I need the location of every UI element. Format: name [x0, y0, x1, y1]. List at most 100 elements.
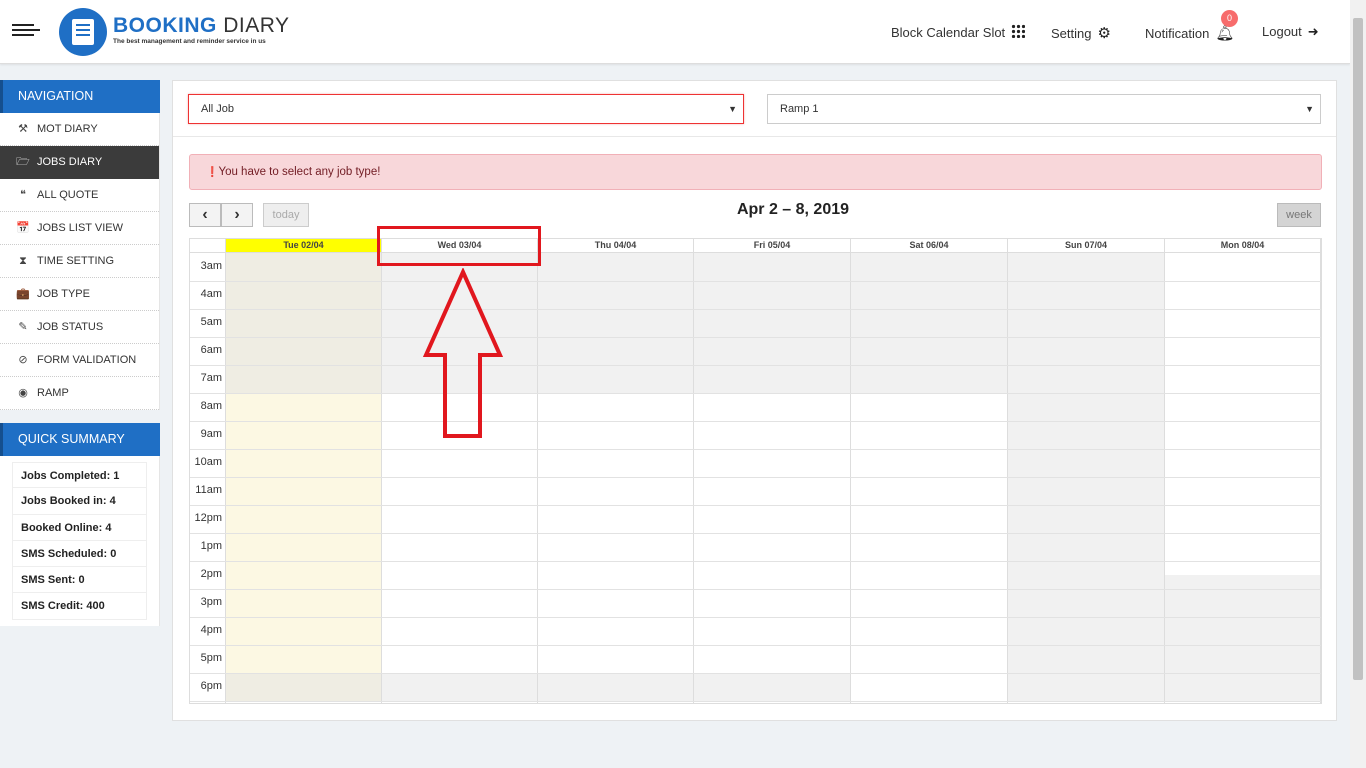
sidebar-item-label: FORM VALIDATION: [37, 354, 137, 366]
week-calendar-grid[interactable]: Tue 02/04 Wed 03/04 Thu 04/04 Fri 05/04 Sat …: [189, 238, 1322, 704]
day-column[interactable]: [1008, 253, 1165, 703]
calendar-check-icon: 📅: [16, 222, 30, 234]
hamburger-menu-icon[interactable]: [12, 24, 40, 40]
sidebar-item-label: JOB TYPE: [37, 288, 90, 300]
gears-icon: ⚙: [1097, 25, 1111, 42]
sidebar-item-mot-diary[interactable]: ⚒ MOT DIARY: [0, 113, 159, 146]
ban-icon: ⊘: [18, 354, 28, 366]
time-label: 4am: [200, 288, 222, 300]
time-label: 10am: [194, 456, 222, 468]
alert-message: You have to select any job type!: [218, 166, 381, 178]
hour-gridline: [190, 673, 1321, 674]
sidebar-item-time-setting[interactable]: ⧗ TIME SETTING: [0, 245, 159, 278]
quick-summary-list: Jobs Completed: 1 Jobs Booked in: 4 Booked…: [0, 456, 160, 626]
sidebar-item-jobs-diary[interactable]: 🗁 JOBS DIARY: [0, 146, 159, 179]
time-label: 3pm: [200, 596, 222, 608]
hour-gridline: [190, 393, 1321, 394]
day-header[interactable]: Fri 05/04: [694, 239, 851, 253]
sidebar-item-job-status[interactable]: ✎ JOB STATUS: [0, 311, 159, 344]
sidebar-item-label: JOBS DIARY: [37, 156, 103, 168]
sidebar-item-jobs-list-view[interactable]: 📅 JOBS LIST VIEW: [0, 212, 159, 245]
sidebar-item-form-validation[interactable]: ⊘ FORM VALIDATION: [0, 344, 159, 377]
week-view-button[interactable]: week: [1277, 203, 1321, 227]
time-label: 9am: [200, 428, 222, 440]
today-button[interactable]: today: [263, 203, 309, 227]
tools-icon: ⚒: [18, 123, 28, 135]
sidebar-item-all-quote[interactable]: ❝ ALL QUOTE: [0, 179, 159, 212]
exclamation-circle-icon: ❗: [206, 167, 219, 178]
day-header[interactable]: Thu 04/04: [538, 239, 694, 253]
briefcase-icon: 💼: [16, 288, 30, 300]
time-label: 8am: [200, 400, 222, 412]
hour-gridline: [190, 505, 1321, 506]
top-header: BOOKING DIARY The best management and re…: [0, 0, 1350, 64]
summary-item: Booked Online: 4: [12, 514, 147, 541]
summary-item: SMS Credit: 400: [12, 593, 147, 620]
setting-label: Setting: [1051, 26, 1092, 41]
summary-item: Jobs Completed: 1: [12, 462, 147, 489]
sidebar: NAVIGATION ⚒ MOT DIARY 🗁 JOBS DIARY ❝ ALL QUO…: [0, 80, 160, 626]
time-label: 6am: [200, 344, 222, 356]
day-header[interactable]: Sun 07/04: [1008, 239, 1165, 253]
navigation-heading: NAVIGATION: [0, 80, 160, 113]
time-label: 3am: [200, 260, 222, 272]
dropdown-arrow-icon: ▼: [1305, 104, 1314, 114]
chevron-left-icon: ‹: [202, 206, 208, 223]
scrollbar-thumb[interactable]: [1353, 18, 1363, 680]
logout-label: Logout: [1262, 24, 1302, 39]
grid-icon: [1011, 24, 1026, 38]
time-label: 11am: [195, 484, 222, 496]
day-header[interactable]: Mon 08/04: [1165, 239, 1321, 253]
hour-gridline: [190, 561, 1321, 562]
hour-gridline: [190, 449, 1321, 450]
logo-tagline: The best management and reminder service…: [113, 38, 266, 45]
hour-gridline: [190, 477, 1321, 478]
divider: [173, 136, 1336, 137]
annotation-up-arrow: [422, 268, 504, 438]
setting-link[interactable]: Setting ⚙: [1051, 24, 1111, 42]
hour-gridline: [190, 309, 1321, 310]
block-calendar-slot-link[interactable]: Block Calendar Slot: [891, 24, 1026, 40]
sidebar-item-label: MOT DIARY: [37, 123, 98, 135]
chevron-right-icon: ›: [234, 206, 240, 223]
time-label: 7am: [200, 372, 222, 384]
prev-week-button[interactable]: ‹: [189, 203, 221, 227]
sign-out-icon: ➜: [1307, 24, 1319, 39]
day-column[interactable]: [538, 253, 694, 703]
hour-gridline: [190, 337, 1321, 338]
dropdown-arrow-icon: ▼: [728, 104, 737, 114]
folder-open-icon: 🗁: [16, 156, 30, 168]
job-type-select[interactable]: All Job ▼: [188, 94, 744, 124]
notification-link[interactable]: Notification 🔔︎: [1145, 24, 1234, 42]
compass-icon: ◉: [18, 387, 28, 399]
day-column[interactable]: [694, 253, 851, 703]
hour-gridline: [190, 589, 1321, 590]
time-label: 1pm: [200, 540, 222, 552]
hour-gridline: [190, 533, 1321, 534]
sidebar-item-label: ALL QUOTE: [37, 189, 99, 201]
ramp-select-value: Ramp 1: [780, 103, 819, 115]
job-type-error-alert: ❗You have to select any job type!: [189, 154, 1322, 190]
quick-summary-heading: QUICK SUMMARY: [0, 423, 160, 456]
time-label: 5am: [200, 316, 222, 328]
page-scrollbar[interactable]: [1350, 0, 1366, 768]
day-header[interactable]: Tue 02/04: [226, 239, 382, 253]
day-header[interactable]: Sat 06/04: [851, 239, 1008, 253]
sidebar-item-job-type[interactable]: 💼 JOB TYPE: [0, 278, 159, 311]
hour-gridline: [190, 421, 1321, 422]
day-column[interactable]: [851, 253, 1008, 703]
day-column[interactable]: [1165, 253, 1321, 703]
day-column[interactable]: [226, 253, 382, 703]
hour-gridline: [190, 617, 1321, 618]
ramp-select[interactable]: Ramp 1 ▼: [767, 94, 1321, 124]
logo-icon: [59, 8, 107, 56]
time-label: 2pm: [200, 568, 222, 580]
hour-gridline: [190, 365, 1321, 366]
annotation-highlight-box: [377, 226, 541, 266]
time-label: 12pm: [194, 512, 222, 524]
logo-title: BOOKING DIARY: [113, 14, 290, 37]
calendar-date-range-title: Apr 2 – 8, 2019: [736, 201, 850, 218]
next-week-button[interactable]: ›: [221, 203, 253, 227]
sidebar-item-ramp[interactable]: ◉ RAMP: [0, 377, 159, 410]
logout-link[interactable]: Logout ➜: [1262, 24, 1319, 40]
